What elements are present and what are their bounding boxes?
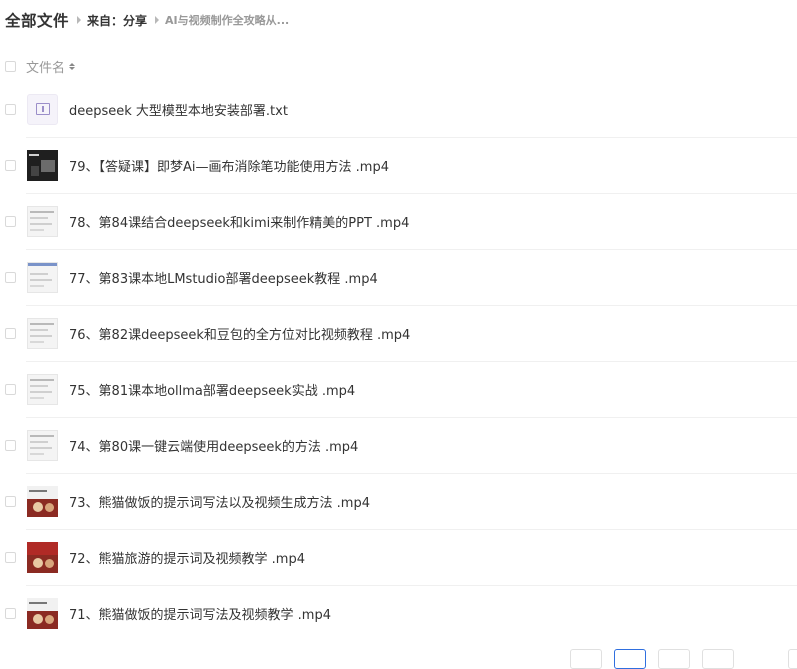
select-all-checkbox[interactable] <box>5 60 16 72</box>
video-thumbnail-icon <box>27 598 58 629</box>
file-name[interactable]: 72、熊猫旅游的提示词及视频教学 .mp4 <box>69 548 305 567</box>
file-name[interactable]: 78、第84课结合deepseek和kimi来制作精美的PPT .mp4 <box>69 212 409 231</box>
row-checkbox[interactable] <box>5 216 16 227</box>
file-row[interactable]: 76、第82课deepseek和豆包的全方位对比视频教程 .mp4 <box>0 306 797 362</box>
video-thumbnail-icon <box>27 318 58 349</box>
video-thumbnail-icon <box>27 150 58 181</box>
video-thumbnail-icon <box>27 542 58 573</box>
file-name[interactable]: 75、第81课本地ollma部署deepseek实战 .mp4 <box>69 380 355 399</box>
file-name[interactable]: 77、第83课本地LMstudio部署deepseek教程 .mp4 <box>69 268 378 287</box>
next-page-button[interactable] <box>788 649 797 669</box>
breadcrumb-current-folder: AI与视频制作全攻略从... <box>165 14 290 27</box>
file-name[interactable]: 73、熊猫做饭的提示词写法以及视频生成方法 .mp4 <box>69 492 370 511</box>
video-thumbnail-icon <box>27 486 58 517</box>
file-name[interactable]: 74、第80课一键云端使用deepseek的方法 .mp4 <box>69 436 358 455</box>
filename-column-header[interactable]: 文件名 <box>26 57 65 76</box>
row-checkbox[interactable] <box>5 104 16 115</box>
file-row[interactable]: 72、熊猫旅游的提示词及视频教学 .mp4 <box>0 530 797 586</box>
video-thumbnail-icon <box>27 430 58 461</box>
prev-page-button[interactable] <box>570 649 602 669</box>
breadcrumb: 全部文件 来自：分享 AI与视频制作全攻略从... <box>5 9 289 31</box>
row-checkbox[interactable] <box>5 608 16 619</box>
pagination <box>570 649 797 669</box>
breadcrumb-separator-icon <box>155 16 160 24</box>
row-checkbox[interactable] <box>5 496 16 507</box>
file-name[interactable]: 79、【答疑课】即梦Ai—画布消除笔功能使用方法 .mp4 <box>69 156 389 175</box>
page-title[interactable]: 全部文件 <box>5 9 69 31</box>
row-checkbox[interactable] <box>5 328 16 339</box>
video-thumbnail-icon <box>27 262 58 293</box>
video-thumbnail-icon <box>27 206 58 237</box>
file-row[interactable]: 78、第84课结合deepseek和kimi来制作精美的PPT .mp4 <box>0 194 797 250</box>
row-checkbox[interactable] <box>5 160 16 171</box>
file-name[interactable]: deepseek 大型模型本地安装部署.txt <box>69 100 288 119</box>
file-name[interactable]: 71、熊猫做饭的提示词写法及视频教学 .mp4 <box>69 604 331 623</box>
file-row[interactable]: 71、熊猫做饭的提示词写法及视频教学 .mp4 <box>0 586 797 642</box>
row-checkbox[interactable] <box>5 440 16 451</box>
file-row[interactable]: 79、【答疑课】即梦Ai—画布消除笔功能使用方法 .mp4 <box>0 138 797 194</box>
file-row[interactable]: 75、第81课本地ollma部署deepseek实战 .mp4 <box>0 362 797 418</box>
sort-icon[interactable] <box>69 62 76 70</box>
file-row[interactable]: deepseek 大型模型本地安装部署.txt <box>0 82 797 138</box>
txt-file-icon <box>27 94 58 125</box>
row-checkbox[interactable] <box>5 272 16 283</box>
page-button-current[interactable] <box>614 649 646 669</box>
file-row[interactable]: 77、第83课本地LMstudio部署deepseek教程 .mp4 <box>0 250 797 306</box>
file-name[interactable]: 76、第82课deepseek和豆包的全方位对比视频教程 .mp4 <box>69 324 410 343</box>
file-row[interactable]: 73、熊猫做饭的提示词写法以及视频生成方法 .mp4 <box>0 474 797 530</box>
row-checkbox[interactable] <box>5 384 16 395</box>
breadcrumb-separator-icon <box>77 16 82 24</box>
file-row[interactable]: 74、第80课一键云端使用deepseek的方法 .mp4 <box>0 418 797 474</box>
row-checkbox[interactable] <box>5 552 16 563</box>
page-button[interactable] <box>658 649 690 669</box>
pagination-gap <box>746 649 776 669</box>
breadcrumb-source[interactable]: 来自：分享 <box>87 12 147 29</box>
file-list-header: 文件名 <box>5 56 76 76</box>
page-button[interactable] <box>702 649 734 669</box>
video-thumbnail-icon <box>27 374 58 405</box>
